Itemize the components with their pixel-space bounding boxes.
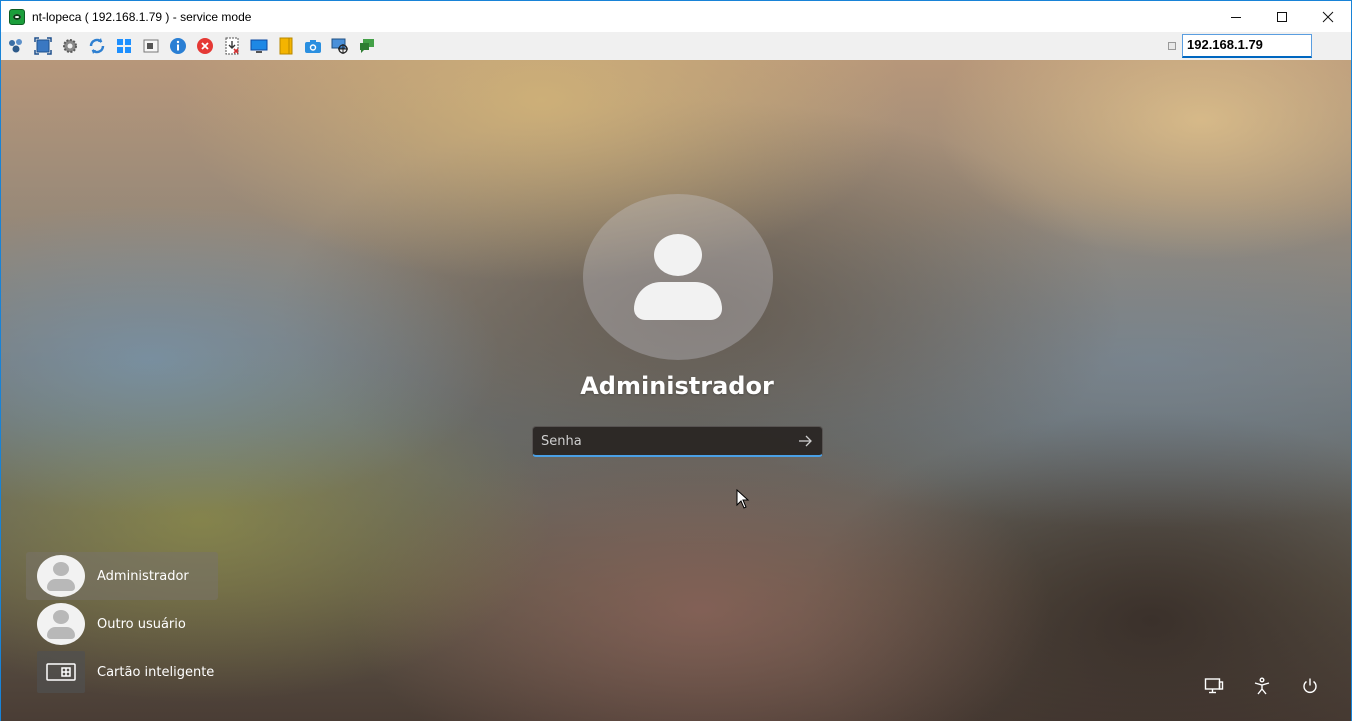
minimize-button[interactable] <box>1213 1 1259 32</box>
password-input[interactable] <box>533 427 788 455</box>
host-indicator <box>1168 42 1176 50</box>
remote-screen[interactable]: Administrador Administrador Outro usuári… <box>1 60 1351 721</box>
notes-icon[interactable] <box>276 36 296 56</box>
arrow-right-icon <box>799 435 812 447</box>
user-avatar-large <box>583 194 773 360</box>
remote-control-icon[interactable] <box>330 36 350 56</box>
avatar-body <box>634 282 722 320</box>
user-list-item-administrador[interactable]: Administrador <box>26 552 218 600</box>
accessibility-button[interactable] <box>1248 674 1276 698</box>
host-address-field[interactable]: 192.168.1.79 <box>1182 34 1312 58</box>
user-list-label: Cartão inteligente <box>97 664 215 680</box>
chat-icon[interactable] <box>357 36 377 56</box>
user-avatar-icon <box>37 555 85 597</box>
fullscreen-icon[interactable] <box>33 36 53 56</box>
app-logo-icon <box>9 8 25 25</box>
user-avatar-icon <box>37 603 85 645</box>
file-transfer-icon[interactable] <box>222 36 242 56</box>
minimize-icon <box>1231 16 1241 18</box>
toolbar: 192.168.1.79 <box>1 32 1351 60</box>
title-bar[interactable]: nt-lopeca ( 192.168.1.79 ) - service mod… <box>1 1 1351 32</box>
network-status-icon <box>1204 678 1224 694</box>
toolbar-icons <box>1 36 384 56</box>
smart-card-icon <box>37 651 85 693</box>
user-list-label: Administrador <box>97 568 189 584</box>
user-list: Administrador Outro usuário Cartão intel… <box>26 552 218 696</box>
close-button[interactable] <box>1305 1 1351 32</box>
user-list-item-outro-usuario[interactable]: Outro usuário <box>26 600 218 648</box>
refresh-icon[interactable] <box>87 36 107 56</box>
system-icons <box>1200 674 1344 698</box>
current-user-name: Administrador <box>580 372 774 400</box>
power-icon <box>1303 678 1317 693</box>
windows-start-icon[interactable] <box>114 36 134 56</box>
submit-button[interactable] <box>788 427 822 455</box>
disconnect-icon[interactable] <box>195 36 215 56</box>
accessibility-icon <box>1254 677 1270 695</box>
remote-viewer-window: nt-lopeca ( 192.168.1.79 ) - service mod… <box>0 0 1352 721</box>
maximize-button[interactable] <box>1259 1 1305 32</box>
monitor-icon[interactable] <box>249 36 269 56</box>
avatar-head <box>654 234 702 276</box>
user-list-item-cartao-inteligente[interactable]: Cartão inteligente <box>26 648 218 696</box>
network-icon[interactable] <box>6 36 26 56</box>
host-box: 192.168.1.79 <box>1168 34 1312 58</box>
close-icon <box>1322 11 1334 22</box>
screenshot-camera-icon[interactable] <box>303 36 323 56</box>
network-status-button[interactable] <box>1200 674 1228 698</box>
mouse-cursor-icon <box>736 489 750 509</box>
ctrl-alt-del-icon[interactable] <box>141 36 161 56</box>
settings-gear-icon[interactable] <box>60 36 80 56</box>
password-box <box>532 426 823 457</box>
window-title: nt-lopeca ( 192.168.1.79 ) - service mod… <box>32 9 252 24</box>
maximize-icon <box>1277 11 1287 22</box>
window-controls <box>1213 1 1351 32</box>
power-button[interactable] <box>1296 674 1324 698</box>
info-icon[interactable] <box>168 36 188 56</box>
user-list-label: Outro usuário <box>97 616 186 632</box>
